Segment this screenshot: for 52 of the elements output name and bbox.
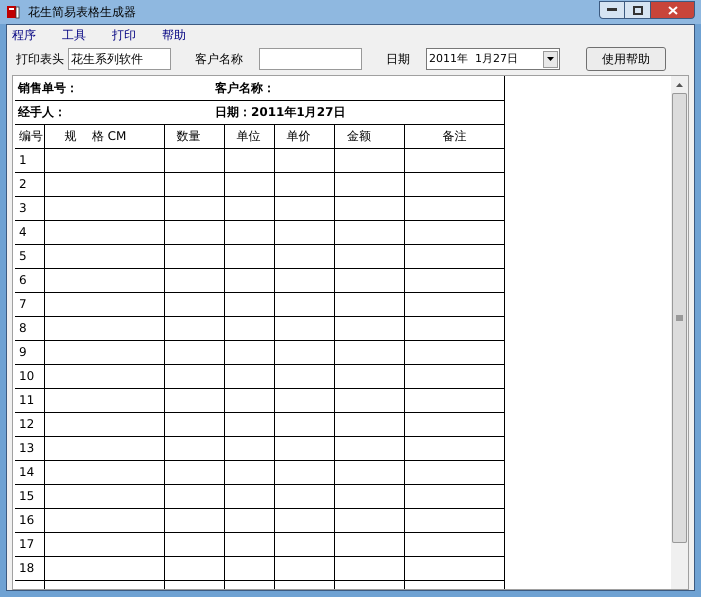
- customer-field[interactable]: [259, 48, 362, 70]
- row-number: 9: [15, 340, 44, 364]
- scroll-up-icon: [676, 83, 683, 87]
- menu-item[interactable]: 工具: [62, 26, 86, 44]
- column-header: 备注: [404, 124, 504, 148]
- row-number: 12: [15, 412, 44, 436]
- menu-item[interactable]: 打印: [112, 26, 136, 44]
- help-button[interactable]: 使用帮助: [586, 47, 666, 71]
- row-number: 6: [15, 268, 44, 292]
- row-number: 14: [15, 460, 44, 484]
- maximize-button[interactable]: [625, 1, 651, 19]
- grip-icon: [676, 314, 683, 322]
- date-label: 日期: [386, 51, 410, 68]
- row-number: 16: [15, 508, 44, 532]
- date-dropdown[interactable]: 2011年 1月27日: [426, 48, 560, 70]
- form-field-label: 日期：2011年1月27日: [215, 104, 346, 121]
- scrollbar[interactable]: [671, 76, 688, 589]
- row-number: 3: [15, 196, 44, 220]
- column-header: 规 格 CM: [44, 124, 164, 148]
- menu-item[interactable]: 帮助: [162, 26, 186, 44]
- form-field-label: 销售单号：: [18, 80, 79, 97]
- column-header: 编号: [15, 124, 44, 148]
- window-title: 花生简易表格生成器: [28, 4, 136, 21]
- close-icon: [668, 6, 678, 14]
- row-number: 10: [15, 364, 44, 388]
- row-number: 7: [15, 292, 44, 316]
- book-icon: [6, 5, 20, 19]
- header-label: 打印表头: [16, 51, 64, 68]
- column-header: 数量: [164, 124, 224, 148]
- row-number: 1: [15, 148, 44, 172]
- row-number: 17: [15, 532, 44, 556]
- row-number: 4: [15, 220, 44, 244]
- row-number: 5: [15, 244, 44, 268]
- column-header: 单位: [224, 124, 274, 148]
- close-button[interactable]: [651, 1, 695, 19]
- minimize-icon: [607, 8, 617, 12]
- row-number: 13: [15, 436, 44, 460]
- form-field-label: 客户名称：: [215, 80, 275, 97]
- row-number: 8: [15, 316, 44, 340]
- column-header: 单价: [274, 124, 334, 148]
- customer-label: 客户名称: [195, 51, 243, 68]
- column-header: 金额: [334, 124, 404, 148]
- scroll-thumb[interactable]: [672, 93, 687, 543]
- minimize-button[interactable]: [599, 1, 625, 19]
- menu-item[interactable]: 程序: [12, 26, 36, 44]
- maximize-icon: [632, 6, 642, 14]
- row-number: 2: [15, 172, 44, 196]
- form-field-label: 经手人：: [18, 104, 67, 121]
- row-number: 18: [15, 556, 44, 580]
- row-number: 11: [15, 388, 44, 412]
- row-number: 15: [15, 484, 44, 508]
- header-field[interactable]: 花生系列软件: [68, 48, 171, 70]
